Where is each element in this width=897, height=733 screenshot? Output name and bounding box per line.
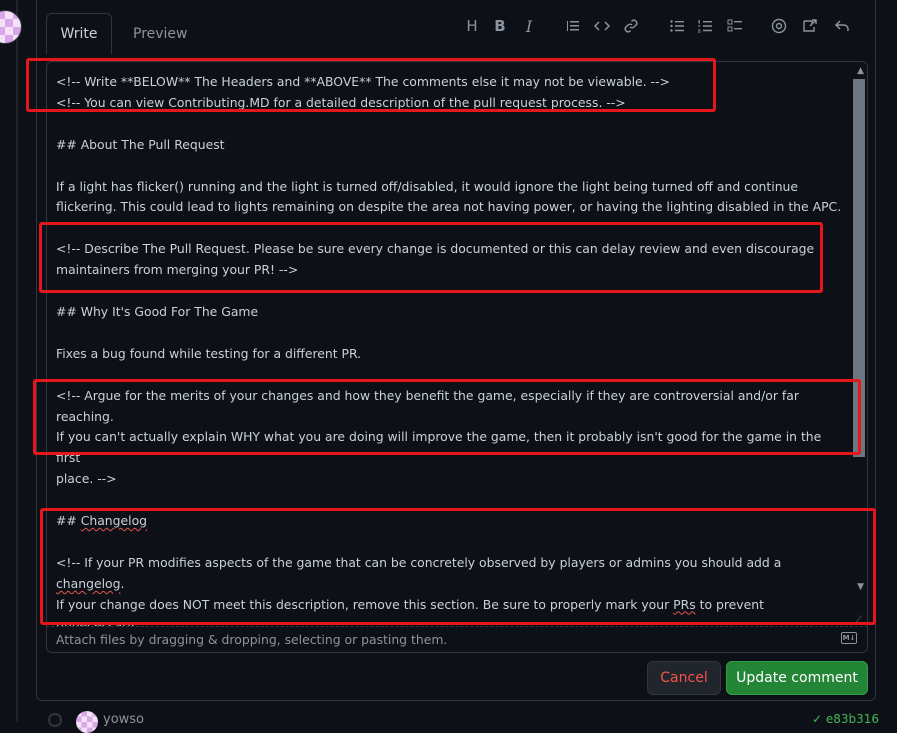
editor-line: <!-- You can view Contributing.MD for a … <box>56 94 626 110</box>
task-list-icon[interactable] <box>725 16 745 36</box>
editor-line: <!-- If your PR modifies aspects of the … <box>56 554 786 591</box>
reference-svg <box>803 19 817 32</box>
editor-line: ## Why It's Good For The Game <box>56 303 259 319</box>
attach-files-bar[interactable]: Attach files by dragging & dropping, sel… <box>46 626 868 653</box>
scrollbar[interactable]: ▲ ▼ <box>851 62 867 626</box>
editor-line: <!-- Describe The Pull Request. Please b… <box>56 241 815 257</box>
mention-icon[interactable] <box>769 16 789 36</box>
tab-write[interactable]: Write <box>46 13 112 54</box>
scroll-down-arrow-icon[interactable]: ▼ <box>857 582 864 592</box>
timeline-dot <box>48 713 62 727</box>
mention-svg <box>771 18 787 34</box>
bold-glyph: B <box>494 17 506 35</box>
textarea-content[interactable]: <!-- Write **BELOW** The Headers and **A… <box>56 72 846 627</box>
numbered-list-svg <box>698 20 712 33</box>
code-svg <box>594 21 610 31</box>
bulleted-list-icon[interactable] <box>667 16 687 36</box>
reference-icon[interactable] <box>800 16 820 36</box>
bulleted-list-svg <box>670 20 684 32</box>
undo-svg <box>834 20 849 31</box>
editor-line: maintainers from merging your PR! --> <box>56 262 299 278</box>
link-icon[interactable] <box>621 16 641 36</box>
spellcheck-word: changelog <box>56 575 121 591</box>
editor-line: <!-- Write **BELOW** The Headers and **A… <box>56 74 670 89</box>
editor-line: <!-- Argue for the merits of your change… <box>56 387 803 424</box>
editor-line: If a light has flicker() running and the… <box>56 178 799 194</box>
commit-avatar[interactable] <box>76 711 98 733</box>
user-avatar[interactable] <box>0 10 22 44</box>
italic-glyph: I <box>525 16 533 36</box>
task-list-svg <box>727 19 742 32</box>
editor-line: place. --> <box>56 471 117 487</box>
commit-sha[interactable]: ✓ e83b316 <box>812 712 879 726</box>
editor-line: ## Changelog <box>56 513 148 529</box>
undo-icon[interactable] <box>832 16 852 36</box>
editor-line: If your change does NOT meet this descri… <box>56 596 768 627</box>
scrollbar-thumb[interactable] <box>853 79 865 457</box>
markdown-icon[interactable]: M↓ <box>841 632 857 644</box>
code-icon[interactable] <box>592 16 612 36</box>
editor-line: Fixes a bug found while testing for a di… <box>56 345 362 361</box>
comment-textarea[interactable]: <!-- Write **BELOW** The Headers and **A… <box>46 61 868 627</box>
bold-icon[interactable]: B <box>490 16 510 36</box>
spellcheck-word: PRs <box>673 596 696 612</box>
heading-icon[interactable]: H <box>462 16 482 36</box>
cancel-button[interactable]: Cancel <box>647 661 721 695</box>
quote-svg <box>567 21 579 31</box>
update-comment-button[interactable]: Update comment <box>726 661 868 695</box>
editor-line: If you can't actually explain WHY what y… <box>56 429 826 466</box>
editor-line: flickering. This could lead to lights re… <box>56 199 842 215</box>
editor-line: ## About The Pull Request <box>56 136 225 152</box>
numbered-list-icon[interactable] <box>695 16 715 36</box>
heading-glyph: H <box>466 17 478 35</box>
italic-icon[interactable]: I <box>519 16 539 36</box>
scroll-up-arrow-icon[interactable]: ▲ <box>857 66 864 76</box>
resize-grip-icon[interactable]: ⟋ <box>855 615 865 626</box>
spellcheck-word: Changelog <box>80 513 148 529</box>
commit-author[interactable]: yowso <box>103 712 144 727</box>
attach-files-text: Attach files by dragging & dropping, sel… <box>56 632 448 647</box>
link-svg <box>624 19 638 33</box>
quote-icon[interactable] <box>563 16 583 36</box>
tab-preview[interactable]: Preview <box>124 22 197 46</box>
timeline-line <box>16 0 18 721</box>
